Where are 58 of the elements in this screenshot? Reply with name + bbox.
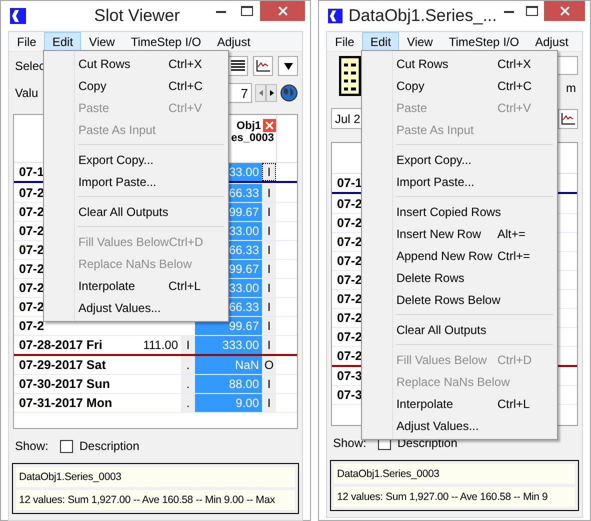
date-cell: 07-2 <box>337 197 362 211</box>
flag-cell: . <box>181 356 195 374</box>
checkbox-label: Description <box>79 439 140 453</box>
date-cell: 07-29-2017 Sat <box>19 358 106 372</box>
status-text: DataObj1.Series_0003 <box>16 467 295 487</box>
select-label: Selec <box>15 59 46 73</box>
date-cell: 07-30-2017 Sun <box>19 377 110 391</box>
date-cell: 07-2 <box>19 186 44 200</box>
date-cell: 07-2 <box>337 330 362 344</box>
flag-cell: O <box>262 356 276 374</box>
status-text: 12 values: Sum 1,927.00 -- Ave 160.58 -- Min 9 <box>334 487 575 507</box>
date-cell: 07-2 <box>337 349 362 363</box>
column-header: es_0003 <box>231 132 275 144</box>
date-cell: 07-2 <box>337 292 362 306</box>
date-cell: 07-28-2017 Fri <box>19 338 102 352</box>
show-label: Show: <box>15 439 48 453</box>
date-cell: 07-2 <box>19 243 44 257</box>
date-cell: 07-2 <box>337 273 362 287</box>
flag-cell: I <box>262 375 276 393</box>
date-cell: 07-1 <box>337 176 362 190</box>
date-cell: 07-1 <box>19 165 44 179</box>
date-cell: 07-2 <box>337 235 362 249</box>
date-cell: 07-2 <box>337 311 362 325</box>
value-label: Valu <box>15 86 38 100</box>
window-title: DataObj1.Series_... <box>348 5 497 27</box>
date-cell: 07-2 <box>19 319 44 333</box>
flag-cell: I <box>262 163 276 181</box>
flag-cell: I <box>262 336 276 354</box>
show-label: Show: <box>333 436 366 450</box>
flag-cell: . <box>181 394 195 412</box>
date-cell: 07-2 <box>337 254 362 268</box>
status-text: 12 values: Sum 1,927.00 -- Ave 160.58 -- Min 9.00 -- Max <box>16 490 295 510</box>
date-cell: 07-2 <box>19 281 44 295</box>
date-cell: 07-3 <box>337 388 362 402</box>
flag-cell: I <box>262 184 276 202</box>
flag-cell: I <box>262 260 276 278</box>
date-cell: 07-2 <box>19 205 44 219</box>
table-cell-text: 111.00 <box>142 337 179 354</box>
date-cell: 07-2 <box>337 216 362 230</box>
date-cell: 07-2 <box>19 224 44 238</box>
unit-label: m <box>566 81 577 95</box>
flag-cell: I <box>262 222 276 240</box>
column-header: Obj1 <box>236 120 261 132</box>
status-text: DataObj1.Series_0003 <box>334 464 575 484</box>
flag-cell: . <box>181 375 195 393</box>
date-cell: 07-31-2017 Mon <box>19 396 112 410</box>
date-cell: 07-2 <box>19 262 44 276</box>
window-title: Slot Viewer <box>93 5 181 27</box>
flag-cell: I <box>181 336 195 354</box>
flag-cell: I <box>262 298 276 316</box>
flag-cell: I <box>262 317 276 335</box>
flag-cell: I <box>262 279 276 297</box>
date-cell: 07-3 <box>337 369 362 383</box>
checkbox-label: Description <box>397 436 458 450</box>
flag-cell: I <box>262 203 276 221</box>
date-cell: 07-2 <box>19 300 44 314</box>
flag-cell: I <box>262 241 276 259</box>
flag-cell: I <box>262 394 276 412</box>
